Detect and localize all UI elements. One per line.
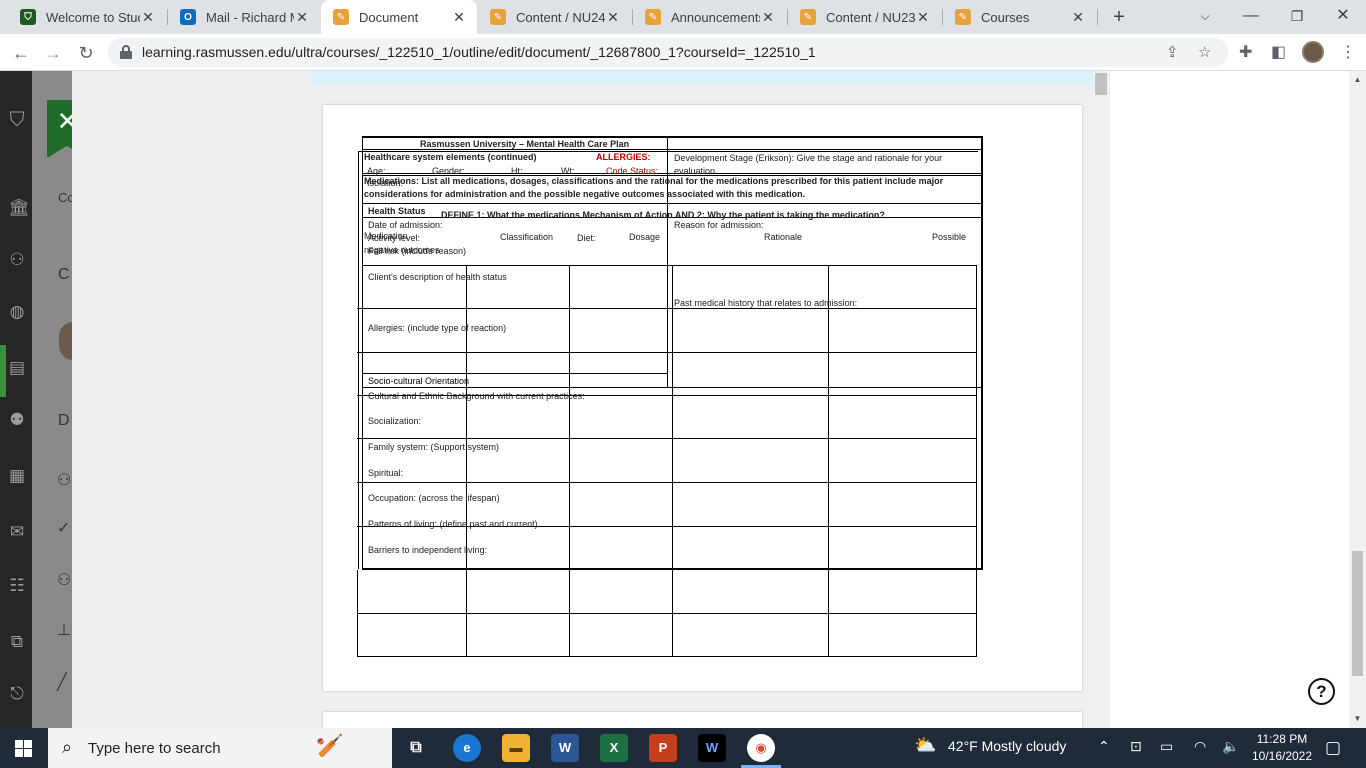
chrome-icon[interactable]: ◉ <box>747 734 775 762</box>
menu-dots-icon[interactable]: ⋮ <box>1340 42 1356 62</box>
tab-title: Mail - Richard Ma <box>206 9 294 25</box>
pencil-icon: ✎ <box>333 9 349 25</box>
pencil-icon: ✎ <box>800 9 816 25</box>
partial-label: C <box>58 266 70 283</box>
tab-content-nu231[interactable]: ✎ Content / NU231 ✕ <box>788 0 941 34</box>
excel-icon[interactable]: X <box>600 734 628 762</box>
highlight-strip <box>313 71 1093 85</box>
tab-close-icon[interactable]: ✕ <box>760 9 776 26</box>
person-icon: ⚇ <box>57 472 72 489</box>
lock-icon <box>120 45 132 59</box>
forward-icon[interactable]: → <box>40 40 66 66</box>
page-scrollbar[interactable]: ▲ ▼ <box>1349 71 1366 728</box>
tab-close-icon[interactable]: ✕ <box>1070 9 1086 26</box>
institution-logo-icon[interactable]: ⛉ <box>8 110 26 130</box>
tab-close-icon[interactable]: ✕ <box>294 9 310 26</box>
weather-text[interactable]: 42°F Mostly cloudy <box>948 738 1066 754</box>
new-tab-button[interactable]: + <box>1107 5 1131 29</box>
check-circle-icon: ✓ <box>57 520 71 537</box>
tab-close-icon[interactable]: ✕ <box>915 9 931 26</box>
address-bar[interactable]: learning.rasmussen.edu/ultra/courses/_12… <box>108 38 1228 67</box>
outlook-icon: O <box>180 9 196 25</box>
battery-icon[interactable]: ▭ <box>1160 738 1173 755</box>
windows-start-icon[interactable] <box>15 740 32 757</box>
clock[interactable]: 11:28 PM 10/16/2022 <box>1248 731 1316 765</box>
stamp-icon: ⊥ <box>57 622 71 639</box>
browser-toolbar: ← → ↻ learning.rasmussen.edu/ultra/cours… <box>0 34 1366 71</box>
powerpoint-icon[interactable]: P <box>649 734 677 762</box>
reload-icon[interactable]: ↻ <box>73 40 99 66</box>
extensions-icon[interactable]: ✚ <box>1239 42 1252 62</box>
wifi-icon[interactable]: ◠ <box>1194 738 1206 755</box>
tab-welcome[interactable]: ⛉ Welcome to Stud ✕ <box>8 0 166 34</box>
partial-label: D <box>58 412 70 429</box>
tab-mail[interactable]: O Mail - Richard Ma ✕ <box>168 0 320 34</box>
tab-courses[interactable]: ✎ Courses ✕ <box>943 0 1096 34</box>
webex-icon[interactable]: W <box>698 734 726 762</box>
pencil-icon: ✎ <box>490 9 506 25</box>
taskbar-search[interactable]: ⌕ Type here to search 🏏 <box>48 728 392 768</box>
clock-time: 11:28 PM <box>1256 732 1308 746</box>
search-icon: ⌕ <box>62 737 73 757</box>
clock-date: 10/16/2022 <box>1251 749 1313 763</box>
meet-icon[interactable]: ⊡ <box>1130 738 1142 755</box>
globe-icon[interactable]: ◍ <box>8 303 26 321</box>
restore-button[interactable]: ❐ <box>1274 0 1320 34</box>
notifications-icon[interactable]: ▢ <box>1325 738 1341 758</box>
course-nav-sidebar: ⛉ 🏛 ⚇ ◍ ▤ ⚉ ▦ ✉ ☷ ⧉ ⎋ <box>0 71 32 728</box>
minimize-button[interactable]: — <box>1228 0 1274 34</box>
right-pane <box>1110 71 1349 728</box>
messages-icon[interactable]: ✉ <box>8 523 26 541</box>
tab-close-icon[interactable]: ✕ <box>451 9 467 26</box>
tab-title: Document <box>359 9 419 25</box>
shield-icon: ⛉ <box>20 9 36 25</box>
word-icon[interactable]: W <box>551 734 579 762</box>
side-panel-icon[interactable]: ◧ <box>1271 42 1286 62</box>
tab-close-icon[interactable]: ✕ <box>140 9 156 26</box>
cricket-icon: 🏏 <box>316 733 344 758</box>
tab-title: Content / NU231 <box>826 9 915 25</box>
tab-announcements[interactable]: ✎ Announcements ✕ <box>633 0 786 34</box>
tab-close-icon[interactable]: ✕ <box>605 9 621 26</box>
tab-document[interactable]: ✎ Document ✕ <box>321 0 477 34</box>
avatar <box>59 322 73 360</box>
close-window-button[interactable]: ✕ <box>1320 0 1366 34</box>
active-nav-indicator <box>0 345 6 397</box>
tools-icon[interactable]: ⧉ <box>8 633 26 651</box>
weather-icon: ⛅ <box>914 735 937 755</box>
people-icon: ⚇ <box>57 572 72 589</box>
task-view-icon[interactable]: ⧉ <box>402 734 430 762</box>
help-button[interactable]: ? <box>1308 678 1335 705</box>
url-text: learning.rasmussen.edu/ultra/courses/_12… <box>142 44 816 60</box>
search-placeholder: Type here to search <box>88 740 221 757</box>
tab-title: Content / NU249 <box>516 9 605 25</box>
tab-strip: ⛉ Welcome to Stud ✕ O Mail - Richard Ma … <box>0 0 1366 34</box>
pencil-icon: ✎ <box>645 9 661 25</box>
pen-icon: ╱ <box>57 674 67 691</box>
back-icon[interactable]: ← <box>8 40 34 66</box>
document-page <box>323 105 1082 691</box>
document-scrollbar[interactable] <box>1093 71 1110 728</box>
grades-icon[interactable]: ☷ <box>8 577 26 595</box>
file-explorer-icon[interactable]: ▬ <box>502 734 530 762</box>
pencil-icon: ✎ <box>955 9 971 25</box>
organizations-icon[interactable]: ⚉ <box>8 411 26 429</box>
profile-icon[interactable]: ⚇ <box>8 251 26 269</box>
tab-content-nu249[interactable]: ✎ Content / NU249 ✕ <box>478 0 631 34</box>
share-icon[interactable]: ⇪ <box>1166 43 1179 61</box>
courses-icon[interactable]: ▤ <box>8 359 26 377</box>
tab-title: Courses <box>981 9 1030 25</box>
profile-avatar[interactable] <box>1302 41 1324 63</box>
institution-icon[interactable]: 🏛 <box>8 199 30 217</box>
volume-icon[interactable]: 🔈 <box>1222 738 1239 755</box>
chevron-up-icon[interactable]: ⌃ <box>1098 738 1110 755</box>
calendar-icon[interactable]: ▦ <box>8 467 26 485</box>
sign-out-icon[interactable]: ⎋ <box>8 685 26 703</box>
bookmark-star-icon[interactable]: ☆ <box>1198 43 1211 61</box>
edge-icon[interactable]: e <box>453 734 481 762</box>
tab-title: Announcements <box>671 9 760 25</box>
screen: ⛉ Welcome to Stud ✕ O Mail - Richard Ma … <box>0 0 1366 768</box>
tab-search-icon[interactable]: ⌵ <box>1182 0 1228 34</box>
tab-title: Welcome to Stud <box>46 9 140 25</box>
